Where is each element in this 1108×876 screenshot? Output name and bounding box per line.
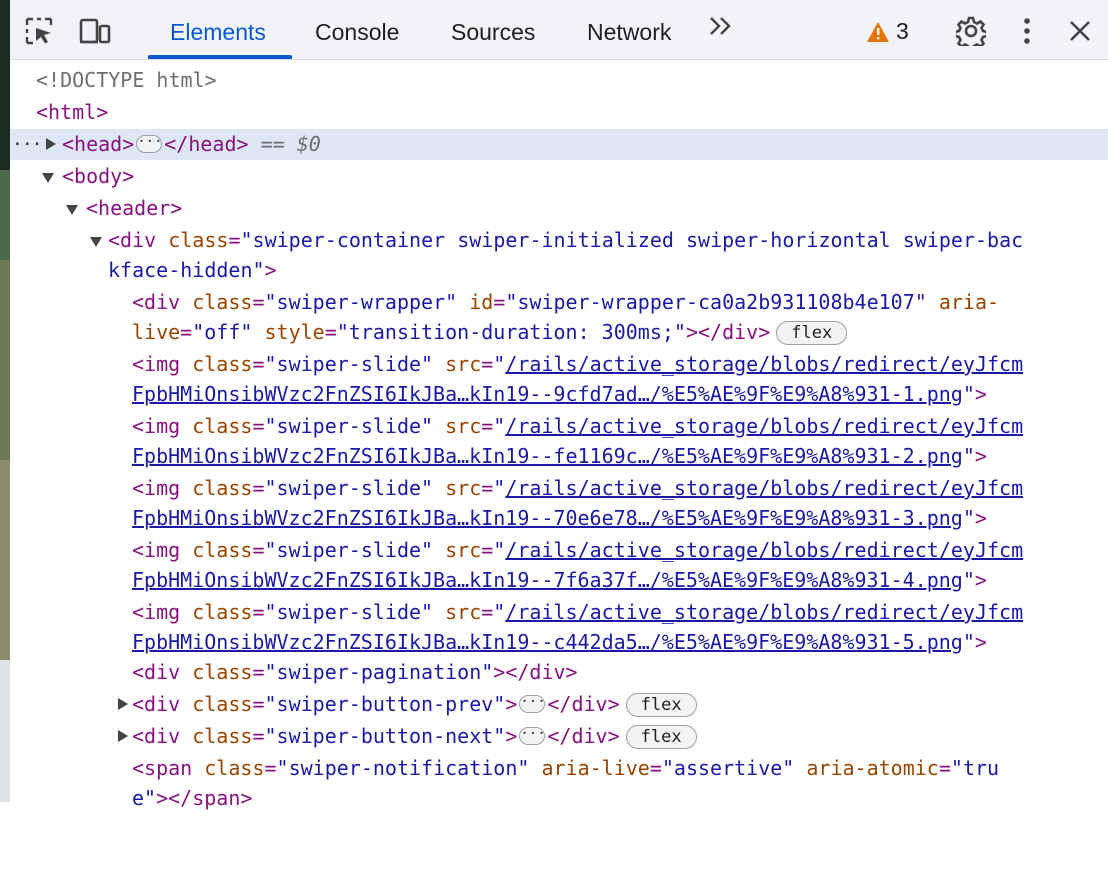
selected-node-dots-icon[interactable]: ···	[12, 129, 42, 160]
dom-swiper-wrapper-line-wrap: live="off" style="transition-duration: 3…	[10, 317, 1108, 348]
inspect-element-icon[interactable]	[22, 14, 56, 48]
dom-img-slide-line[interactable]: <img class="swiper-slide" src="/rails/ac…	[10, 535, 1108, 566]
img-src-link[interactable]: /rails/active_storage/blobs/redirect/eyJ…	[505, 352, 1023, 376]
collapse-triangle-icon[interactable]	[90, 225, 104, 256]
tab-sources[interactable]: Sources	[451, 0, 535, 59]
collapse-triangle-icon[interactable]	[66, 193, 80, 224]
expand-triangle-icon[interactable]	[44, 129, 58, 160]
devtools-toolbar: Elements Console Sources Network 3	[10, 0, 1108, 60]
dom-img-slide-line-wrap: FpbHMiOnsibWVzc2FnZSI6IkJBa…kIn19--fe116…	[132, 444, 987, 468]
dom-swiper-container-line-wrap: kface-hidden">	[108, 258, 277, 282]
expand-triangle-icon[interactable]	[116, 689, 130, 720]
close-icon[interactable]	[1063, 14, 1097, 48]
dom-button-prev-line[interactable]: <div class="swiper-button-prev"> ···</div…	[10, 689, 1108, 720]
img-src-link[interactable]: /rails/active_storage/blobs/redirect/eyJ…	[505, 476, 1023, 500]
flex-badge[interactable]: flex	[625, 692, 697, 717]
img-src-link[interactable]: /rails/active_storage/blobs/redirect/eyJ…	[505, 600, 1023, 624]
dom-notification-line-wrap: e"></span>	[132, 786, 253, 810]
device-toolbar-icon[interactable]	[78, 14, 112, 48]
dom-img-slide-line[interactable]: <img class="swiper-slide" src="/rails/ac…	[10, 597, 1108, 628]
img-src-link[interactable]: /rails/active_storage/blobs/redirect/eyJ…	[505, 538, 1023, 562]
more-vertical-icon[interactable]	[1010, 14, 1044, 48]
ellipsis-collapsed-icon[interactable]: ···	[519, 726, 546, 745]
dom-img-slide-line[interactable]: <img class="swiper-slide" src="/rails/ac…	[10, 349, 1108, 380]
img-src-link[interactable]: FpbHMiOnsibWVzc2FnZSI6IkJBa…kIn19--9cfd7…	[132, 382, 963, 406]
warning-icon	[867, 21, 889, 42]
img-src-link[interactable]: FpbHMiOnsibWVzc2FnZSI6IkJBa…kIn19--70e6e…	[132, 506, 963, 530]
flex-badge[interactable]: flex	[776, 320, 848, 345]
ellipsis-collapsed-icon[interactable]: ···	[519, 694, 546, 713]
img-src-link[interactable]: FpbHMiOnsibWVzc2FnZSI6IkJBa…kIn19--7f6a3…	[132, 568, 963, 592]
ellipsis-collapsed-icon[interactable]: ···	[136, 134, 163, 153]
img-src-link[interactable]: FpbHMiOnsibWVzc2FnZSI6IkJBa…kIn19--fe116…	[132, 444, 963, 468]
dom-img-slide-line-wrap: FpbHMiOnsibWVzc2FnZSI6IkJBa…kIn19--7f6a3…	[132, 568, 987, 592]
img-src-link[interactable]: /rails/active_storage/blobs/redirect/eyJ…	[505, 414, 1023, 438]
dom-img-slide-line[interactable]: <img class="swiper-slide" src="/rails/ac…	[10, 473, 1108, 504]
dom-img-slide-line-wrap: FpbHMiOnsibWVzc2FnZSI6IkJBa…kIn19--70e6e…	[132, 506, 987, 530]
dom-pagination-line[interactable]: <div class="swiper-pagination"></div>	[10, 657, 1108, 688]
dom-notification-line[interactable]: <span class="swiper-notification" aria-l…	[10, 753, 1108, 784]
dom-tree: <!DOCTYPE html> <html> ··· <head> ···</he…	[10, 60, 1108, 810]
settings-gear-icon[interactable]	[954, 14, 988, 48]
warning-count: 3	[896, 18, 909, 44]
tab-console[interactable]: Console	[315, 0, 399, 59]
dom-swiper-wrapper-line[interactable]: <div class="swiper-wrapper" id="swiper-w…	[10, 287, 1108, 318]
dom-doctype-line[interactable]: <!DOCTYPE html>	[10, 65, 1108, 96]
dom-header-line[interactable]: <header>	[10, 193, 1108, 224]
tab-elements[interactable]: Elements	[170, 0, 266, 59]
tab-network[interactable]: Network	[587, 0, 671, 59]
double-chevron-right-icon	[710, 17, 731, 35]
dom-body-line[interactable]: <body>	[10, 161, 1108, 192]
dom-img-slide-line[interactable]: <img class="swiper-slide" src="/rails/ac…	[10, 411, 1108, 442]
expand-triangle-icon[interactable]	[116, 721, 130, 752]
active-tab-indicator	[148, 55, 292, 59]
dom-button-next-line[interactable]: <div class="swiper-button-next"> ···</div…	[10, 721, 1108, 752]
img-src-link[interactable]: FpbHMiOnsibWVzc2FnZSI6IkJBa…kIn19--c442d…	[132, 630, 963, 654]
flex-badge[interactable]: flex	[625, 724, 697, 749]
dom-head-line-selected[interactable]: ··· <head> ···</head> == $0	[10, 129, 1108, 160]
dom-html-line[interactable]: <html>	[10, 97, 1108, 128]
warnings-button[interactable]: 3	[866, 18, 909, 45]
dom-img-slide-line-wrap: FpbHMiOnsibWVzc2FnZSI6IkJBa…kIn19--9cfd7…	[132, 382, 987, 406]
background-window-strip	[0, 0, 10, 802]
more-tabs-button[interactable]	[708, 14, 734, 45]
dom-img-slide-line-wrap: FpbHMiOnsibWVzc2FnZSI6IkJBa…kIn19--c442d…	[132, 630, 987, 654]
dom-swiper-container-line[interactable]: <div class="swiper-container swiper-init…	[10, 225, 1108, 256]
collapse-triangle-icon[interactable]	[42, 161, 56, 192]
